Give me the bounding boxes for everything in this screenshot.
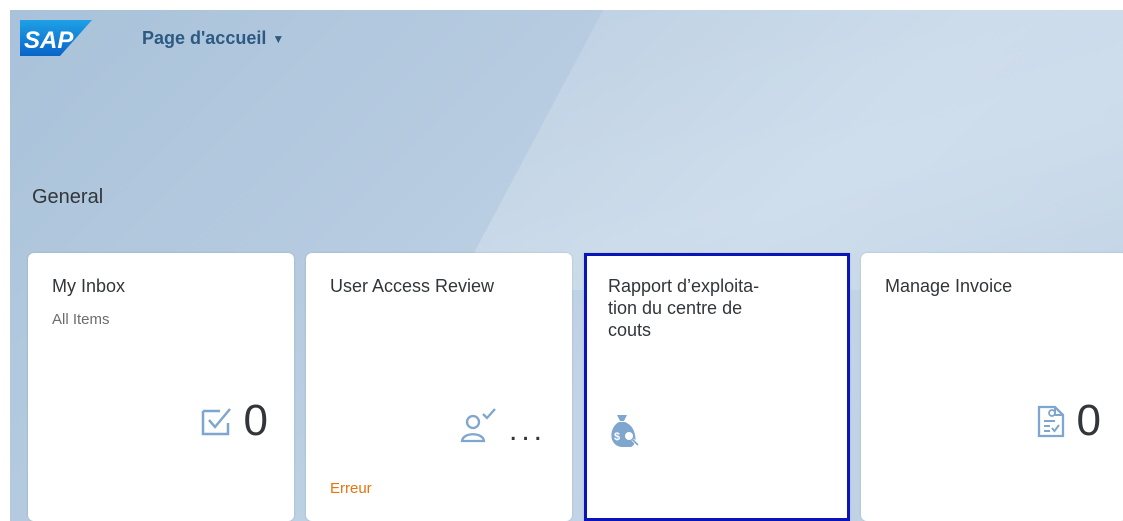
launchpad-shell: SAP Page d'accueil ▼ General My Inbox Al…	[10, 10, 1123, 521]
tile-error-status: Erreur	[330, 480, 372, 497]
tile-rapport-exploitation[interactable]: Rapport d’exploita- tion du centre de co…	[584, 253, 850, 521]
logo-text: SAP	[24, 27, 74, 54]
tile-my-inbox[interactable]: My Inbox All Items 0	[28, 253, 294, 521]
inbox-check-icon	[200, 405, 234, 437]
invoice-document-icon	[1035, 403, 1067, 439]
page-title-menu[interactable]: Page d'accueil ▼	[142, 28, 284, 49]
tile-subtitle: All Items	[52, 311, 110, 328]
tile-manage-invoice[interactable]: Manage Invoice 0	[861, 253, 1123, 521]
tile-kpi: 0	[200, 399, 268, 443]
user-check-icon	[459, 408, 499, 444]
tile-value: 0	[243, 396, 268, 445]
svg-text:$: $	[614, 431, 620, 443]
page-title: Page d'accueil	[142, 28, 267, 48]
chevron-down-icon: ▼	[272, 31, 285, 46]
tile-kpi: ...	[459, 399, 546, 453]
tile-title: Rapport d’exploita- tion du centre de co…	[608, 276, 760, 340]
tile-title: Manage Invoice	[885, 276, 1013, 296]
group-title: General	[32, 186, 104, 208]
tile-user-access-review[interactable]: User Access Review ... Erreur	[306, 253, 572, 521]
tile-kpi: 0	[1035, 399, 1101, 443]
money-bag-search-icon: $	[607, 413, 641, 454]
sap-logo[interactable]: SAP	[20, 20, 92, 56]
tile-title: My Inbox	[52, 276, 126, 296]
tile-value: 0	[1076, 396, 1101, 445]
tile-title: User Access Review	[330, 276, 495, 296]
shell-header: SAP Page d'accueil ▼	[10, 10, 1123, 70]
tile-value: ...	[508, 414, 546, 447]
